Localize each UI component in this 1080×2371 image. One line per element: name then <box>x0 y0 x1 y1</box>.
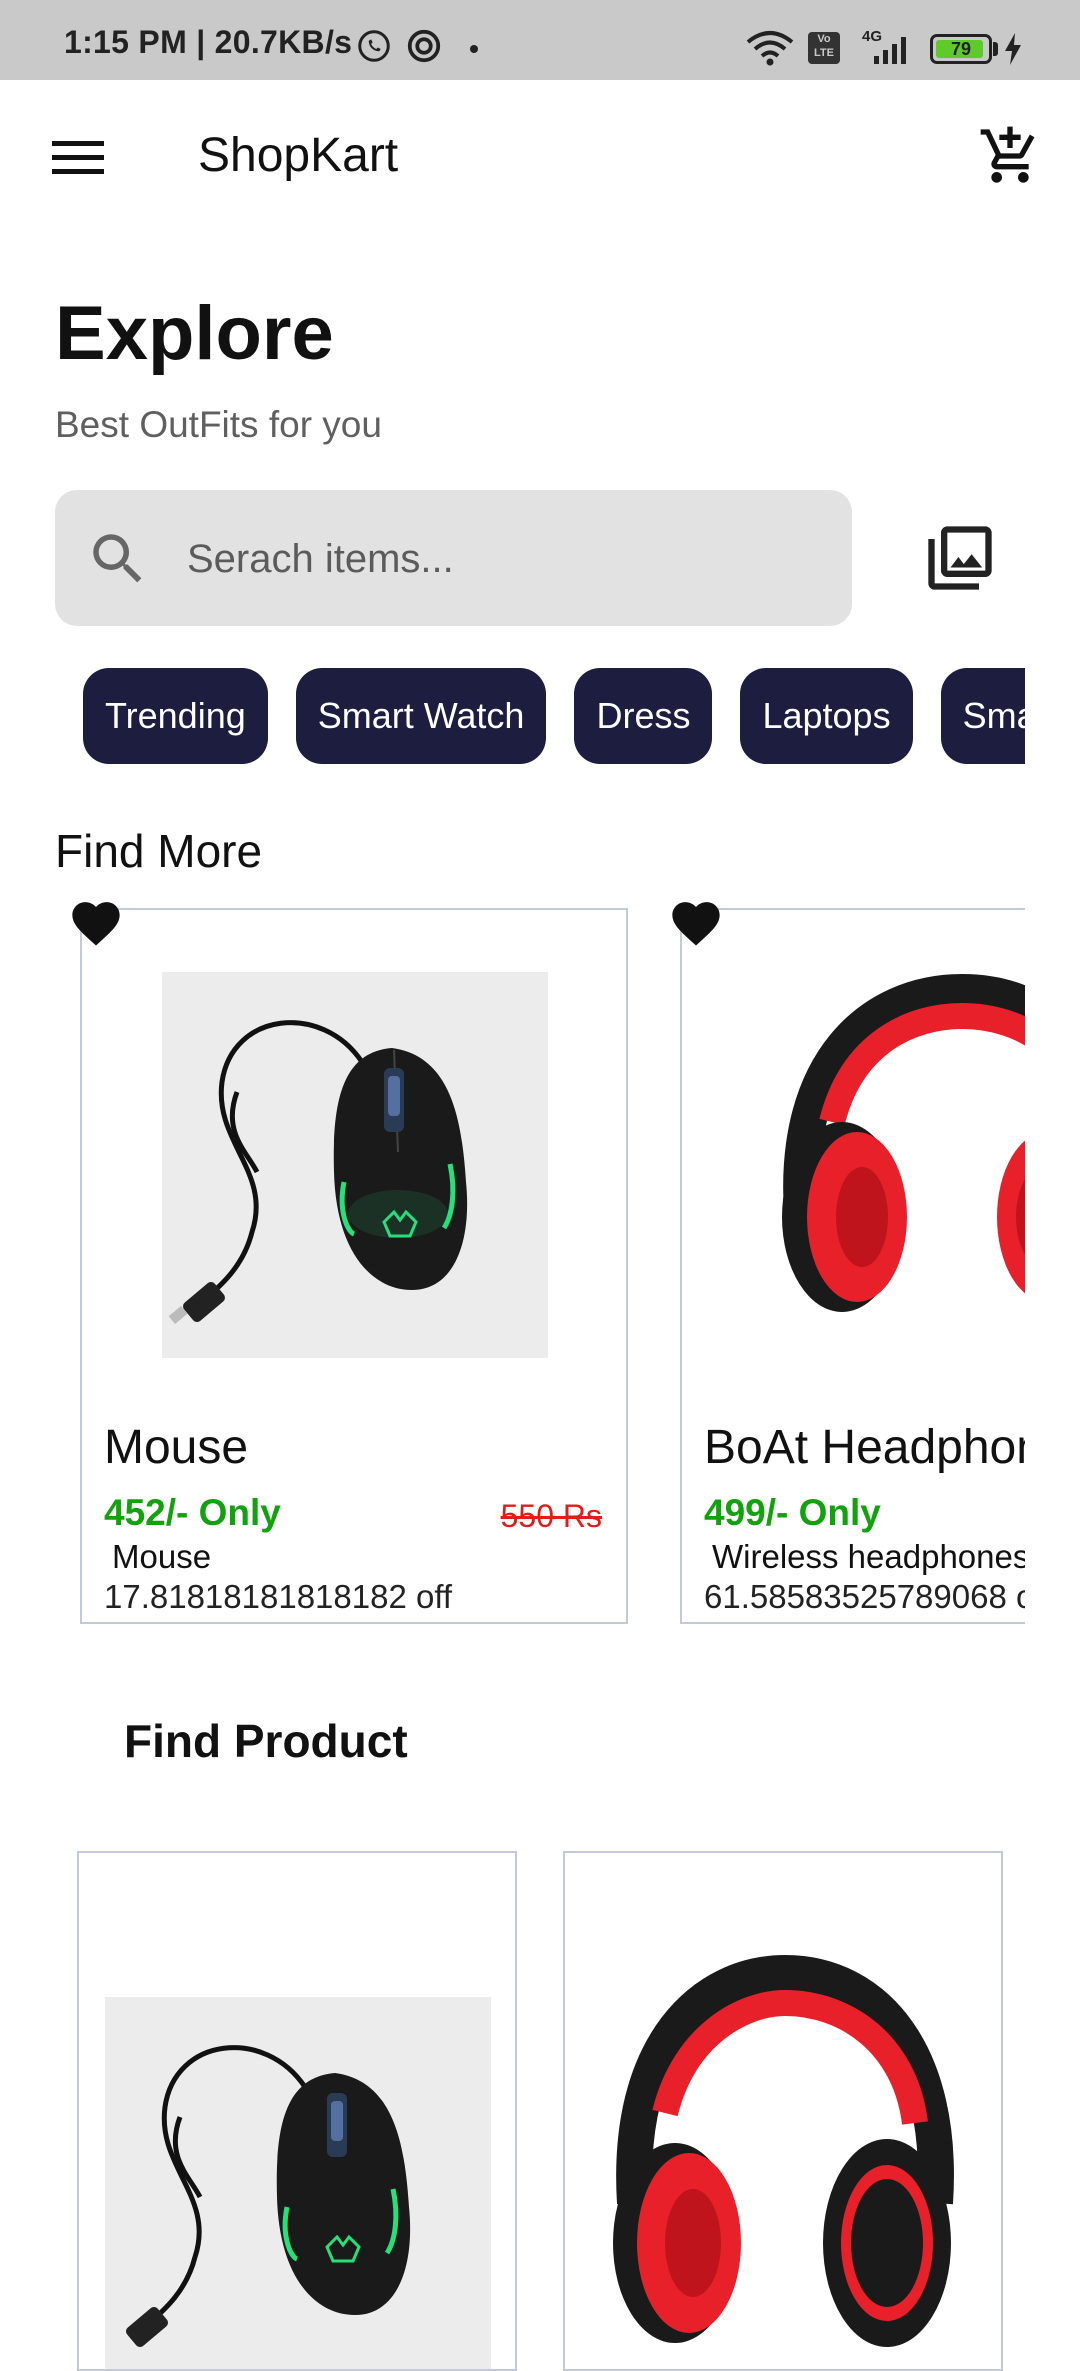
search-box[interactable] <box>55 490 852 626</box>
cart-button[interactable] <box>978 124 1042 193</box>
product-price: 452/- Only <box>104 1492 281 1533</box>
menu-icon <box>52 141 104 174</box>
chip-trending[interactable]: Trending <box>83 668 268 764</box>
image-search-button[interactable] <box>922 520 998 601</box>
product-name: BoAt Headphones <box>704 1421 1025 1474</box>
mouse-image <box>105 1997 491 2369</box>
status-time: 1:15 PM | 20.7KB/s <box>64 24 353 60</box>
product-name: Mouse <box>104 1421 249 1474</box>
volte-badge: Vo LTE <box>808 32 840 64</box>
sync-icon <box>407 29 441 63</box>
chip-dress[interactable]: Dress <box>574 668 713 764</box>
product-grid-card[interactable] <box>563 1851 1003 2371</box>
favorite-button[interactable] <box>67 895 125 952</box>
find-product-title: Find Product <box>124 1715 408 1767</box>
whatsapp-icon <box>358 30 390 62</box>
product-card[interactable]: Mouse 452/- Only 550 Rs Mouse 17.8181818… <box>80 908 628 1624</box>
chip-laptops[interactable]: Laptops <box>740 668 913 764</box>
notification-dot-icon <box>470 45 478 53</box>
charging-icon <box>1005 33 1021 65</box>
status-bar: 1:15 PM | 20.7KB/s Vo LTE 4G 79 <box>0 0 1080 80</box>
product-discount: 17.81818181818182 off <box>104 1578 453 1615</box>
app-title: ShopKart <box>198 129 399 182</box>
find-more-carousel: Mouse 452/- Only 550 Rs Mouse 17.8181818… <box>55 895 1025 1635</box>
category-chips: Trending Smart Watch Dress Laptops Smart… <box>55 668 1025 768</box>
page-subtitle: Best OutFits for you <box>55 404 382 445</box>
headphones-image <box>605 1953 965 2369</box>
chip-smart-phones[interactable]: Smart Phones <box>940 668 1025 764</box>
product-card[interactable]: BoAt Headphones 499/- Only Wireless head… <box>680 908 1025 1624</box>
product-grid-card[interactable] <box>77 1851 517 2371</box>
product-old-price: 550 Rs <box>500 1498 602 1534</box>
search-icon <box>93 534 142 583</box>
wifi-icon <box>746 31 794 66</box>
battery-tip <box>993 42 998 56</box>
product-description: Mouse <box>112 1538 212 1575</box>
product-image-headphones <box>762 972 1025 1358</box>
product-discount: 61.58583525789068 off <box>704 1578 1025 1615</box>
add-cart-icon <box>980 126 1035 183</box>
product-image-mouse <box>162 972 548 1358</box>
search-input[interactable] <box>185 530 809 588</box>
product-price: 499/- Only <box>704 1492 881 1533</box>
menu-button[interactable] <box>52 140 104 181</box>
chip-smart-watch[interactable]: Smart Watch <box>295 668 547 764</box>
image-gallery-icon <box>928 526 992 590</box>
find-more-title: Find More <box>55 825 263 877</box>
page-title: Explore <box>55 291 334 376</box>
heart-icon <box>72 902 120 946</box>
favorite-button[interactable] <box>667 895 725 952</box>
battery-icon: 79 <box>930 34 992 64</box>
product-description: Wireless headphones <box>712 1538 1025 1575</box>
signal-icon <box>874 37 906 64</box>
heart-icon <box>672 902 720 946</box>
battery-level: 79 <box>950 39 972 59</box>
